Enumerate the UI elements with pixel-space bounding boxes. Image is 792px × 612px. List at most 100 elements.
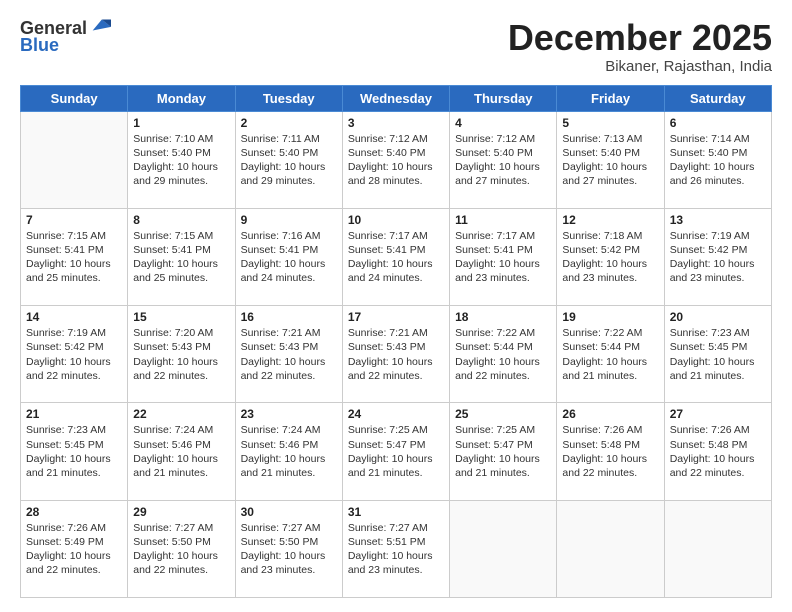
calendar-cell [450, 500, 557, 597]
calendar-cell: 11 Sunrise: 7:17 AM Sunset: 5:41 PM Dayli… [450, 208, 557, 305]
day-info: Sunrise: 7:24 AM Sunset: 5:46 PM Dayligh… [241, 423, 337, 480]
month-title: December 2025 [508, 18, 772, 58]
day-info: Sunrise: 7:17 AM Sunset: 5:41 PM Dayligh… [348, 229, 444, 286]
calendar-cell: 31 Sunrise: 7:27 AM Sunset: 5:51 PM Dayli… [342, 500, 449, 597]
title-block: December 2025 Bikaner, Rajasthan, India [508, 18, 772, 75]
day-number: 20 [670, 310, 766, 324]
day-info: Sunrise: 7:24 AM Sunset: 5:46 PM Dayligh… [133, 423, 229, 480]
calendar-cell: 8 Sunrise: 7:15 AM Sunset: 5:41 PM Daylig… [128, 208, 235, 305]
day-number: 3 [348, 116, 444, 130]
col-monday: Monday [128, 85, 235, 111]
calendar-cell: 22 Sunrise: 7:24 AM Sunset: 5:46 PM Dayli… [128, 403, 235, 500]
calendar-cell: 16Sunrise: 7:21 AM Sunset: 5:43 PM Dayli… [235, 306, 342, 403]
calendar-cell: 2 Sunrise: 7:11 AM Sunset: 5:40 PM Daylig… [235, 111, 342, 208]
day-info: Sunrise: 7:19 AM Sunset: 5:42 PM Dayligh… [26, 326, 122, 383]
col-friday: Friday [557, 85, 664, 111]
calendar-cell [664, 500, 771, 597]
day-number: 25 [455, 407, 551, 421]
day-info: Sunrise: 7:13 AM Sunset: 5:40 PM Dayligh… [562, 132, 658, 189]
day-number: 9 [241, 213, 337, 227]
calendar-cell: 29 Sunrise: 7:27 AM Sunset: 5:50 PM Dayli… [128, 500, 235, 597]
day-number: 29 [133, 505, 229, 519]
calendar-cell: 15 Sunrise: 7:20 AM Sunset: 5:43 PM Dayli… [128, 306, 235, 403]
day-info: Sunrise: 7:27 AM Sunset: 5:50 PM Dayligh… [241, 521, 337, 578]
day-info: Sunrise: 7:19 AM Sunset: 5:42 PM Dayligh… [670, 229, 766, 286]
day-info: Sunrise: 7:20 AM Sunset: 5:43 PM Dayligh… [133, 326, 229, 383]
page: General Blue December 2025 Bikaner, Raja… [0, 0, 792, 612]
calendar-cell: 30 Sunrise: 7:27 AM Sunset: 5:50 PM Dayli… [235, 500, 342, 597]
calendar-cell: 1 Sunrise: 7:10 AM Sunset: 5:40 PM Daylig… [128, 111, 235, 208]
logo: General Blue [20, 18, 111, 56]
calendar-cell: 14 Sunrise: 7:19 AM Sunset: 5:42 PM Dayli… [21, 306, 128, 403]
day-number: 19 [562, 310, 658, 324]
calendar-cell: 28 Sunrise: 7:26 AM Sunset: 5:49 PM Dayli… [21, 500, 128, 597]
day-number: 1 [133, 116, 229, 130]
calendar-cell: 20 Sunrise: 7:23 AM Sunset: 5:45 PM Dayli… [664, 306, 771, 403]
day-number: 11 [455, 213, 551, 227]
day-info: Sunrise: 7:21 AM Sunset: 5:43 PM Dayligh… [348, 326, 444, 383]
day-number: 24 [348, 407, 444, 421]
calendar-cell: 21 Sunrise: 7:23 AM Sunset: 5:45 PM Dayli… [21, 403, 128, 500]
day-info: Sunrise: 7:21 AM Sunset: 5:43 PM Dayligh… [241, 326, 337, 383]
day-number: 18 [455, 310, 551, 324]
day-number: 30 [241, 505, 337, 519]
day-number: 28 [26, 505, 122, 519]
day-info: Sunrise: 7:14 AM Sunset: 5:40 PM Dayligh… [670, 132, 766, 189]
calendar-cell: 18 Sunrise: 7:22 AM Sunset: 5:44 PM Dayli… [450, 306, 557, 403]
day-number: 4 [455, 116, 551, 130]
day-number: 7 [26, 213, 122, 227]
calendar-cell: 23 Sunrise: 7:24 AM Sunset: 5:46 PM Dayli… [235, 403, 342, 500]
calendar-cell: 10 Sunrise: 7:17 AM Sunset: 5:41 PM Dayli… [342, 208, 449, 305]
day-number: 14 [26, 310, 122, 324]
day-info: Sunrise: 7:22 AM Sunset: 5:44 PM Dayligh… [455, 326, 551, 383]
day-info: Sunrise: 7:23 AM Sunset: 5:45 PM Dayligh… [670, 326, 766, 383]
day-info: Sunrise: 7:18 AM Sunset: 5:42 PM Dayligh… [562, 229, 658, 286]
day-number: 31 [348, 505, 444, 519]
calendar-cell: 26Sunrise: 7:26 AM Sunset: 5:48 PM Dayli… [557, 403, 664, 500]
day-info: Sunrise: 7:12 AM Sunset: 5:40 PM Dayligh… [455, 132, 551, 189]
col-sunday: Sunday [21, 85, 128, 111]
day-info: Sunrise: 7:23 AM Sunset: 5:45 PM Dayligh… [26, 423, 122, 480]
day-number: 15 [133, 310, 229, 324]
day-number: 8 [133, 213, 229, 227]
day-info: Sunrise: 7:17 AM Sunset: 5:41 PM Dayligh… [455, 229, 551, 286]
day-info: Sunrise: 7:26 AM Sunset: 5:49 PM Dayligh… [26, 521, 122, 578]
day-number: 23 [241, 407, 337, 421]
day-number: 10 [348, 213, 444, 227]
day-number: 12 [562, 213, 658, 227]
day-info: Sunrise: 7:27 AM Sunset: 5:50 PM Dayligh… [133, 521, 229, 578]
day-info: Sunrise: 7:26 AM Sunset: 5:48 PM Dayligh… [670, 423, 766, 480]
calendar-week-5: 28 Sunrise: 7:26 AM Sunset: 5:49 PM Dayli… [21, 500, 772, 597]
day-number: 22 [133, 407, 229, 421]
calendar-cell: 12 Sunrise: 7:18 AM Sunset: 5:42 PM Dayli… [557, 208, 664, 305]
logo-icon [89, 14, 111, 36]
col-saturday: Saturday [664, 85, 771, 111]
calendar-cell: 25 Sunrise: 7:25 AM Sunset: 5:47 PM Dayli… [450, 403, 557, 500]
day-number: 13 [670, 213, 766, 227]
day-number: 17 [348, 310, 444, 324]
day-number: 5 [562, 116, 658, 130]
day-info: Sunrise: 7:11 AM Sunset: 5:40 PM Dayligh… [241, 132, 337, 189]
day-info: Sunrise: 7:15 AM Sunset: 5:41 PM Dayligh… [133, 229, 229, 286]
col-tuesday: Tuesday [235, 85, 342, 111]
calendar-cell: 9Sunrise: 7:16 AM Sunset: 5:41 PM Daylig… [235, 208, 342, 305]
calendar-cell [557, 500, 664, 597]
day-number: 6 [670, 116, 766, 130]
day-info: Sunrise: 7:25 AM Sunset: 5:47 PM Dayligh… [455, 423, 551, 480]
day-info: Sunrise: 7:27 AM Sunset: 5:51 PM Dayligh… [348, 521, 444, 578]
location: Bikaner, Rajasthan, India [508, 58, 772, 75]
day-number: 27 [670, 407, 766, 421]
calendar-cell: 24Sunrise: 7:25 AM Sunset: 5:47 PM Dayli… [342, 403, 449, 500]
calendar-cell: 3Sunrise: 7:12 AM Sunset: 5:40 PM Daylig… [342, 111, 449, 208]
day-info: Sunrise: 7:10 AM Sunset: 5:40 PM Dayligh… [133, 132, 229, 189]
calendar-week-2: 7 Sunrise: 7:15 AM Sunset: 5:41 PM Daylig… [21, 208, 772, 305]
day-info: Sunrise: 7:15 AM Sunset: 5:41 PM Dayligh… [26, 229, 122, 286]
calendar-cell: 5 Sunrise: 7:13 AM Sunset: 5:40 PM Daylig… [557, 111, 664, 208]
calendar-cell: 7 Sunrise: 7:15 AM Sunset: 5:41 PM Daylig… [21, 208, 128, 305]
calendar-week-1: 1 Sunrise: 7:10 AM Sunset: 5:40 PM Daylig… [21, 111, 772, 208]
calendar-cell: 4 Sunrise: 7:12 AM Sunset: 5:40 PM Daylig… [450, 111, 557, 208]
day-info: Sunrise: 7:22 AM Sunset: 5:44 PM Dayligh… [562, 326, 658, 383]
day-number: 2 [241, 116, 337, 130]
calendar-table: Sunday Monday Tuesday Wednesday Thursday… [20, 85, 772, 598]
day-number: 21 [26, 407, 122, 421]
